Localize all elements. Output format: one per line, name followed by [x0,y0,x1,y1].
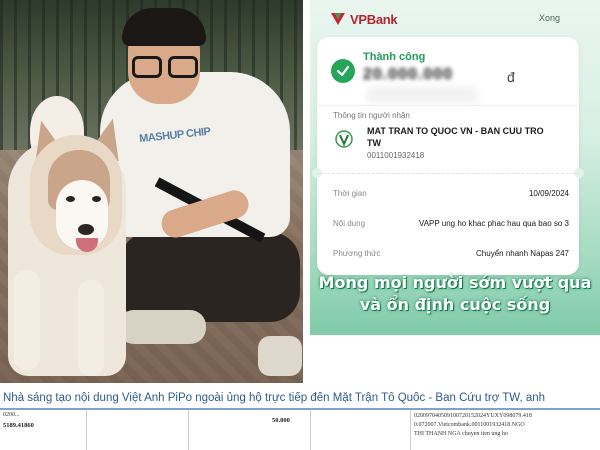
method-label: Phương thức [333,249,381,258]
shoe [118,310,206,344]
time-value: 10/09/2024 [528,189,569,198]
article-headline: Nhà sáng tạo nội dung Việt Anh PiPo ngoà… [3,392,546,404]
content-value: VAPP ung ho khac phac hau qua bao so 3 [418,219,569,228]
dashed-divider [317,173,579,174]
person-with-dog-photo: MASHUP CHIP [0,0,303,383]
table-column-border [188,410,189,450]
dog-leg [78,280,104,376]
vpbank-logo-icon [330,12,346,26]
post-image: MASHUP CHIP VPBank Xong Thành công 20.00… [0,0,600,450]
statement-desc-line: THI THANH NGA chuyen tien ung ho [414,431,508,437]
dog-leg [14,270,40,370]
statement-desc-line: 020097040509100720152024YUXY098079.418 [414,413,532,419]
receipt-card: Thành công 20.000.000 đ Thông tin người … [312,37,584,275]
currency-symbol: đ [507,69,515,85]
content-label: Nội dung [333,219,366,228]
table-column-border [310,410,311,450]
recipient-account: 0011001932418 [367,151,425,160]
dog-nose [78,224,94,235]
bank-statement-snippet: 0200... 5189.41860 50.000 02009704050910… [0,410,600,450]
overlay-caption: Mong mọi người sớm vượt qua và ổn định c… [318,273,592,314]
statement-desc-line: 0.072007.Vietcombank.0011001932418.NGO [414,422,525,428]
check-circle-icon [331,59,355,83]
glasses [132,56,200,80]
bank-brand: VPBank [350,11,398,27]
statement-amount: 50.000 [272,417,290,424]
man-legs [120,232,300,322]
statement-ref: 0200... [3,412,20,418]
recipient-section-label: Thông tin người nhận [333,111,410,120]
status-text: Thành công [363,51,426,63]
divider [317,105,579,106]
bank-transfer-screenshot: VPBank Xong Thành công 20.000.000 đ Thôn… [310,0,600,335]
man-hair [122,8,206,46]
amount-value: 20.000.000 [363,66,454,83]
vietcombank-icon [335,130,353,148]
statement-doc-no: 5189.41860 [3,422,34,429]
time-label: Thời gian [333,189,367,198]
app-header: VPBank Xong [310,0,600,34]
bank-logo: VPBank [330,10,398,28]
shoe [258,336,302,376]
blurred-region [367,87,477,103]
dog-eye [92,196,101,202]
method-value: Chuyển nhanh Napas 247 [476,249,569,258]
dog-eye [66,196,75,202]
table-column-border [410,410,411,450]
done-button[interactable]: Xong [539,13,560,23]
table-column-border [86,410,87,450]
recipient-name: MAT TRAN TO QUOC VN - BAN CUU TRO TW [367,126,544,148]
